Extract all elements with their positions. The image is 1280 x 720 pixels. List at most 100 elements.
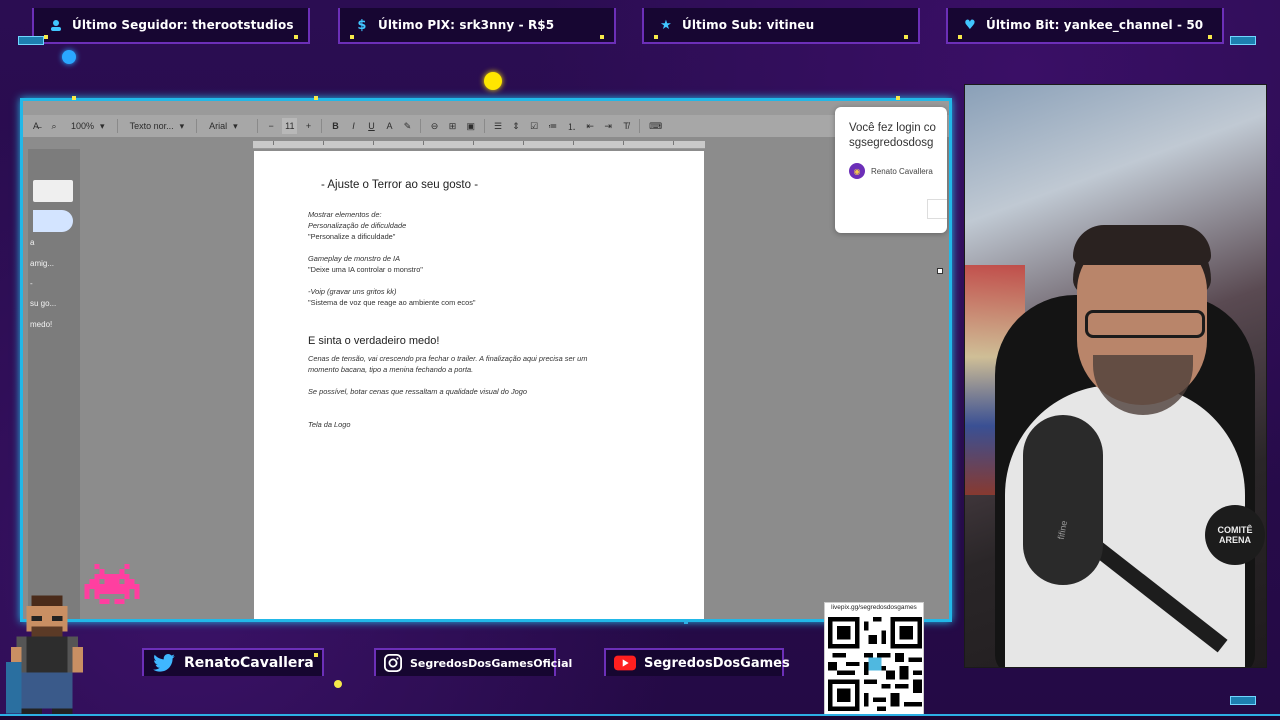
decor-dot: [314, 96, 318, 100]
microphone-icon: [1023, 415, 1103, 585]
twitter-icon: [152, 653, 176, 673]
twitter-handle: RenatoCavallera: [184, 655, 314, 671]
toolbar-divider: [420, 119, 422, 133]
doc-paragraph: Tela da Logo: [308, 420, 351, 429]
login-title-line2: sgsegredosdosg: [849, 137, 934, 149]
ruler-mark: [623, 141, 624, 145]
alert-dot: [904, 35, 908, 39]
bottom-border: [0, 714, 1280, 720]
outline-item[interactable]: amig...: [30, 259, 54, 268]
alert-dot: [958, 35, 962, 39]
ruler-mark: [423, 141, 424, 145]
checklist-icon[interactable]: ☑: [527, 118, 541, 134]
doc-line: -Voip (gravar uns gritos kk): [308, 287, 397, 296]
outline-item[interactable]: medo!: [30, 320, 52, 329]
zoom-select[interactable]: 100% ▾: [65, 118, 111, 134]
underline-button[interactable]: U: [364, 118, 378, 134]
decor-tab-bottom-right: [1230, 696, 1256, 705]
ruler-mark: [473, 141, 474, 145]
doc-paragraph: Se possível, botar cenas que ressaltam a…: [308, 387, 527, 396]
pixel-character-icon: [6, 595, 83, 719]
youtube-icon: [614, 653, 636, 673]
webcam-person-hair-top: [1073, 225, 1211, 265]
doc-toolbar: A̶ ⌕ 100% ▾ Texto nor... ▾ Arial ▾ − 11 + B…: [23, 115, 949, 137]
indent-increase-icon[interactable]: ⇥: [601, 118, 615, 134]
doc-page[interactable]: - Ajuste o Terror ao seu gosto - Mostrar…: [254, 151, 704, 619]
decor-dot: [684, 620, 688, 624]
style-value: Texto nor...: [129, 121, 174, 131]
chevron-down-icon: ▾: [179, 120, 185, 131]
outline-item[interactable]: -: [30, 279, 33, 288]
star-icon: ★: [660, 17, 672, 33]
font-size-input[interactable]: 11: [282, 118, 298, 134]
outline-add-card[interactable]: [33, 180, 73, 202]
doc-heading-1: - Ajuste o Terror ao seu gosto -: [321, 179, 479, 191]
italic-button[interactable]: I: [346, 118, 360, 134]
doc-line: "Sistema de voz que reage ao ambiente co…: [308, 298, 476, 307]
style-select[interactable]: Texto nor... ▾: [124, 118, 191, 134]
social-youtube: SegredosDosGames: [604, 648, 790, 676]
ruler-mark: [523, 141, 524, 145]
login-popup-button[interactable]: [927, 199, 947, 219]
paint-format-button[interactable]: ⌕: [47, 118, 61, 134]
doc-line: "Deixe uma IA controlar o monstro": [308, 265, 423, 274]
font-size-increase-button[interactable]: +: [301, 118, 315, 134]
avatar: ◉: [849, 163, 865, 179]
doc-heading-2: E sinta o verdadeiro medo!: [308, 335, 440, 347]
clear-format-icon[interactable]: T̸: [619, 118, 633, 134]
alert-last-follower-text: Último Seguidor: therootstudios: [72, 18, 294, 32]
toolbar-divider: [196, 119, 198, 133]
image-icon[interactable]: ▣: [463, 118, 478, 134]
text-color-button[interactable]: A: [382, 118, 396, 134]
bold-button[interactable]: B: [328, 118, 342, 134]
alert-last-bit-text: Último Bit: yankee_channel - 50: [986, 18, 1204, 32]
alert-dot: [1208, 35, 1212, 39]
alert-dot: [600, 35, 604, 39]
doc-title-bar: [23, 101, 949, 115]
font-size-decrease-button[interactable]: −: [264, 118, 278, 134]
doc-line: Gameplay de monstro de IA: [308, 254, 401, 263]
toolbar-divider: [116, 119, 118, 133]
doc-paragraph: Cenas de tensão, vai crescendo pra fecha…: [308, 354, 588, 363]
close-icon[interactable]: [937, 268, 943, 274]
doc-line: "Personalize a dificuldade": [308, 232, 396, 241]
highlight-icon[interactable]: ✎: [400, 118, 414, 134]
spellcheck-button[interactable]: A̶: [29, 118, 43, 134]
decor-tab-left: [18, 36, 44, 45]
youtube-channel: SegredosDosGames: [644, 655, 790, 671]
outline-item[interactable]: su go...: [30, 299, 56, 308]
font-select[interactable]: Arial ▾: [203, 118, 251, 134]
alert-last-sub-text: Último Sub: vitineu: [682, 18, 815, 32]
link-icon[interactable]: ⊖: [427, 118, 441, 134]
align-icon[interactable]: ☰: [491, 118, 505, 134]
ruler-mark: [273, 141, 274, 145]
alert-dot: [350, 35, 354, 39]
outline-item[interactable]: a: [30, 238, 34, 247]
doc-line: Mostrar elementos de:: [308, 210, 382, 219]
chevron-down-icon: ▾: [233, 120, 238, 131]
alert-last-follower: Último Seguidor: therootstudios: [32, 8, 310, 44]
toolbar-divider: [483, 119, 485, 133]
instagram-icon: [384, 653, 402, 673]
blue-gear-icon: [62, 50, 76, 64]
line-spacing-icon[interactable]: ⇕: [509, 118, 523, 134]
login-account[interactable]: ◉ Renato Cavallera: [849, 163, 947, 179]
ruler-mark: [673, 141, 674, 145]
doc-ruler[interactable]: [253, 141, 705, 149]
login-popup: Você fez login co sgsegredosdosg ◉ Renat…: [835, 107, 947, 233]
webcam-feed: fifine COMITÊ ARENA: [964, 84, 1267, 668]
login-title-line1: Você fez login co: [849, 122, 936, 134]
comment-icon[interactable]: ⊞: [445, 118, 459, 134]
alert-dot: [44, 35, 48, 39]
alert-last-bit: ♥ Último Bit: yankee_channel - 50: [946, 8, 1224, 44]
ruler-mark: [323, 141, 324, 145]
alert-dot: [654, 35, 658, 39]
webcam-glasses: [1085, 310, 1205, 338]
outline-selected-card[interactable]: [33, 210, 73, 232]
numbered-list-icon[interactable]: ⒈: [564, 118, 579, 134]
cursor-highlight: [484, 72, 502, 90]
input-tools-icon[interactable]: ⌨: [646, 118, 665, 134]
dollar-icon: $: [357, 17, 367, 33]
indent-decrease-icon[interactable]: ⇤: [583, 118, 597, 134]
bullet-list-icon[interactable]: ≔: [545, 118, 560, 134]
